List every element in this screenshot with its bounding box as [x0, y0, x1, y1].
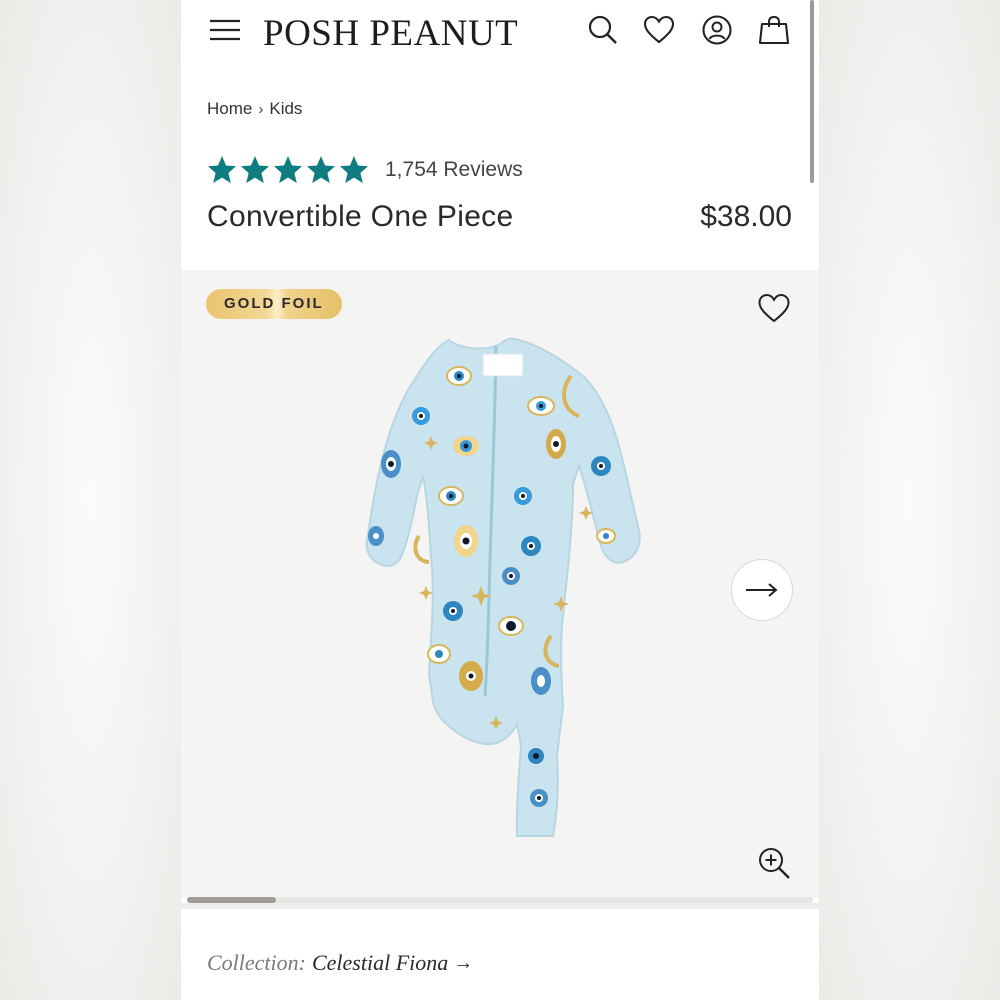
- search-icon[interactable]: [587, 14, 619, 46]
- arrow-right-icon: →: [453, 951, 474, 974]
- breadcrumb-kids[interactable]: Kids: [269, 99, 302, 119]
- chevron-right-icon: ›: [258, 100, 264, 118]
- heart-icon[interactable]: [643, 14, 675, 46]
- zoom-in-icon[interactable]: [757, 846, 791, 880]
- breadcrumb: Home › Kids: [207, 99, 302, 119]
- next-image-button[interactable]: [731, 559, 793, 621]
- gold-foil-badge: GOLD FOIL: [206, 289, 342, 319]
- product-title: Convertible One Piece: [207, 200, 514, 233]
- collection-row[interactable]: Collection: Celestial Fiona →: [207, 950, 473, 976]
- shopping-bag-icon[interactable]: [758, 14, 790, 46]
- site-header: POSH PEANUT: [181, 0, 819, 62]
- star-icon: [208, 156, 236, 183]
- page-scrollbar[interactable]: [810, 0, 814, 183]
- collection-label: Collection:: [207, 950, 306, 975]
- brand-logo[interactable]: POSH PEANUT: [263, 12, 518, 55]
- star-icon: [274, 156, 302, 183]
- phone-screen: POSH PEANUT Home › Kids 1,754 Reviews Co…: [181, 0, 819, 1000]
- account-icon[interactable]: [701, 14, 733, 46]
- product-rating[interactable]: 1,754 Reviews: [207, 155, 523, 185]
- product-price: $38.00: [700, 200, 792, 233]
- heart-icon[interactable]: [757, 292, 791, 324]
- background-right: [819, 0, 1000, 1000]
- reviews-count[interactable]: 1,754 Reviews: [385, 158, 523, 182]
- breadcrumb-home[interactable]: Home: [207, 99, 252, 119]
- product-image[interactable]: [331, 336, 651, 846]
- section-divider: [181, 903, 819, 909]
- arrow-right-icon: [746, 583, 778, 597]
- menu-icon[interactable]: [209, 18, 241, 42]
- collection-link[interactable]: Celestial Fiona: [312, 950, 448, 976]
- star-icon: [307, 156, 335, 183]
- background-left: [0, 0, 181, 1000]
- star-icon: [340, 156, 368, 183]
- product-gallery[interactable]: GOLD FOIL: [181, 270, 819, 898]
- star-icon: [241, 156, 269, 183]
